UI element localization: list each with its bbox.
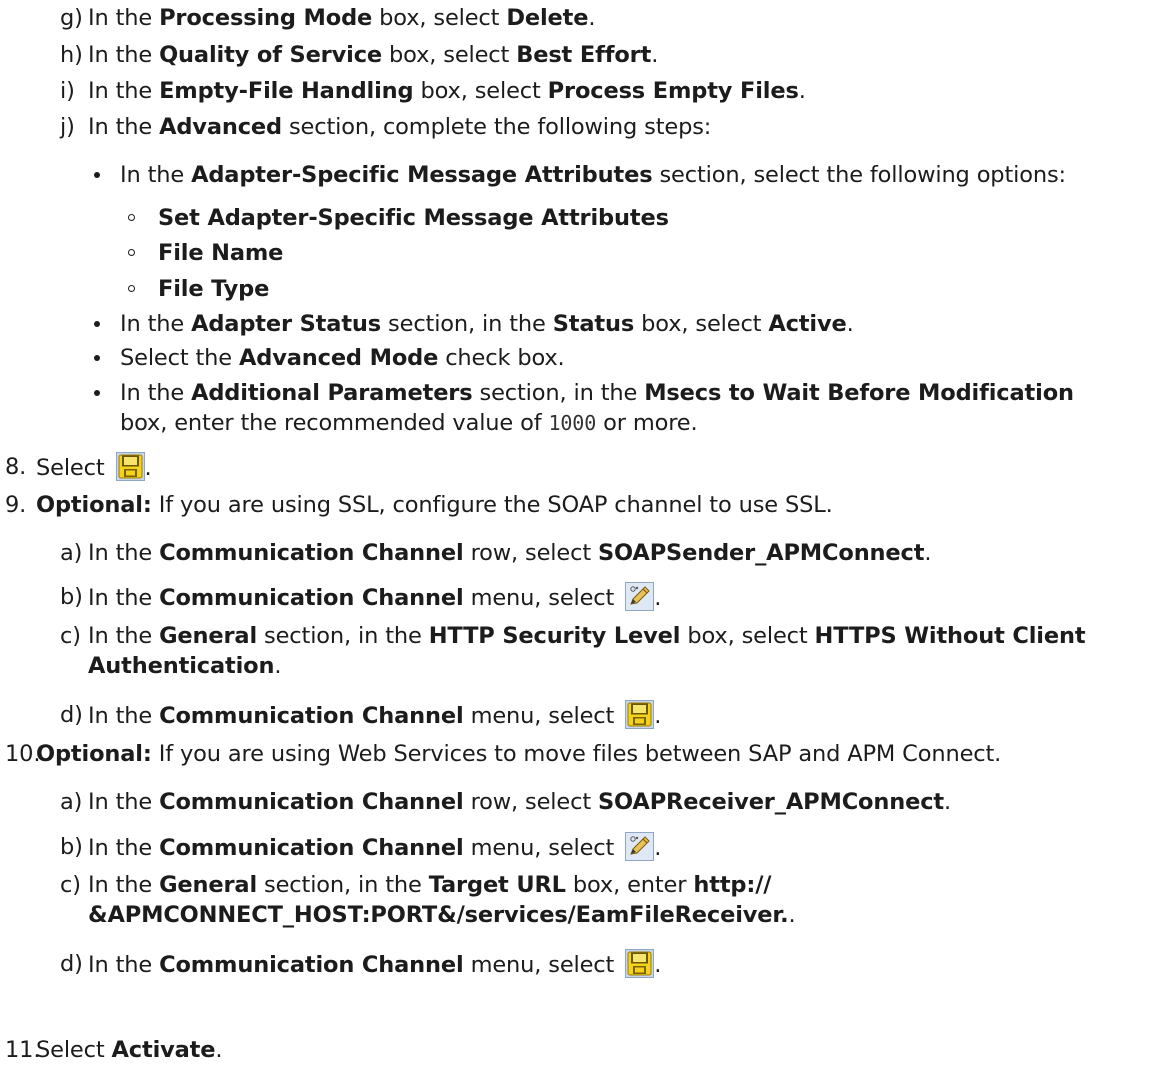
bullet-marker [94, 321, 100, 327]
step-9c-cont: Authentication. [88, 653, 282, 679]
bullet-adapter-specific: In the Adapter-Specific Message Attribut… [120, 162, 1066, 188]
save-icon [625, 949, 654, 978]
step-marker: d) [60, 951, 83, 977]
document-page: { "step7": { "g": {"marker": "g)", "t1":… [0, 0, 1167, 1073]
bullet-additional-parameters-cont: box, enter the recommended value of 1000… [120, 410, 698, 436]
save-icon [116, 452, 145, 481]
bullet-marker [94, 390, 100, 396]
option-set-attributes: Set Adapter-Specific Message Attributes [158, 205, 669, 231]
step-text: In the Communication Channel row, select… [88, 789, 952, 815]
step-10c-cont: &APMCONNECT_HOST:PORT&/services/EamFileR… [88, 902, 796, 928]
step-marker: b) [60, 584, 83, 610]
step-text: Optional: If you are using SSL, configur… [36, 492, 833, 518]
save-icon [625, 700, 654, 729]
step-text: In the Communication Channel menu, selec… [88, 832, 661, 863]
sub-bullet-marker [128, 285, 135, 292]
step-text: In the Communication Channel menu, selec… [88, 700, 661, 731]
step-text: In the Empty-File Handling box, select P… [88, 78, 806, 104]
step-text: In the Communication Channel row, select… [88, 540, 932, 566]
step-text: In the Quality of Service box, select Be… [88, 42, 659, 68]
step-text: Select Activate. [36, 1037, 223, 1063]
sub-bullet-marker [128, 249, 135, 256]
step-marker: a) [60, 540, 83, 566]
bullet-additional-parameters: In the Additional Parameters section, in… [120, 380, 1074, 406]
step-marker: d) [60, 702, 83, 728]
step-marker: c) [60, 623, 81, 649]
bullet-advanced-mode: Select the Advanced Mode check box. [120, 345, 565, 371]
bullet-marker [94, 172, 100, 178]
step-text: In the General section, in the HTTP Secu… [88, 623, 1086, 649]
step-text: In the Communication Channel menu, selec… [88, 582, 661, 613]
step-text: In the Communication Channel menu, selec… [88, 949, 661, 980]
step-marker: a) [60, 789, 83, 815]
step-text: Optional: If you are using Web Services … [36, 741, 1002, 767]
step-marker: c) [60, 872, 81, 898]
sub-bullet-marker [128, 214, 135, 221]
step-marker: i) [60, 78, 75, 104]
step-marker: g) [60, 5, 83, 31]
option-file-name: File Name [158, 240, 284, 266]
step-text: In the General section, in the Target UR… [88, 872, 772, 898]
step-marker: j) [60, 114, 75, 140]
edit-icon [625, 582, 654, 611]
bullet-adapter-status: In the Adapter Status section, in the St… [120, 311, 854, 337]
step-text: In the Advanced section, complete the fo… [88, 114, 712, 140]
step-text: Select . [36, 452, 152, 483]
edit-icon [625, 832, 654, 861]
step-number: 9. [5, 492, 27, 518]
step-text: In the Processing Mode box, select Delet… [88, 5, 596, 31]
step-marker: b) [60, 834, 83, 860]
step-number: 8. [5, 454, 27, 480]
option-file-type: File Type [158, 276, 270, 302]
bullet-marker [94, 355, 100, 361]
step-marker: h) [60, 42, 83, 68]
code-value: 1000 [548, 411, 597, 435]
